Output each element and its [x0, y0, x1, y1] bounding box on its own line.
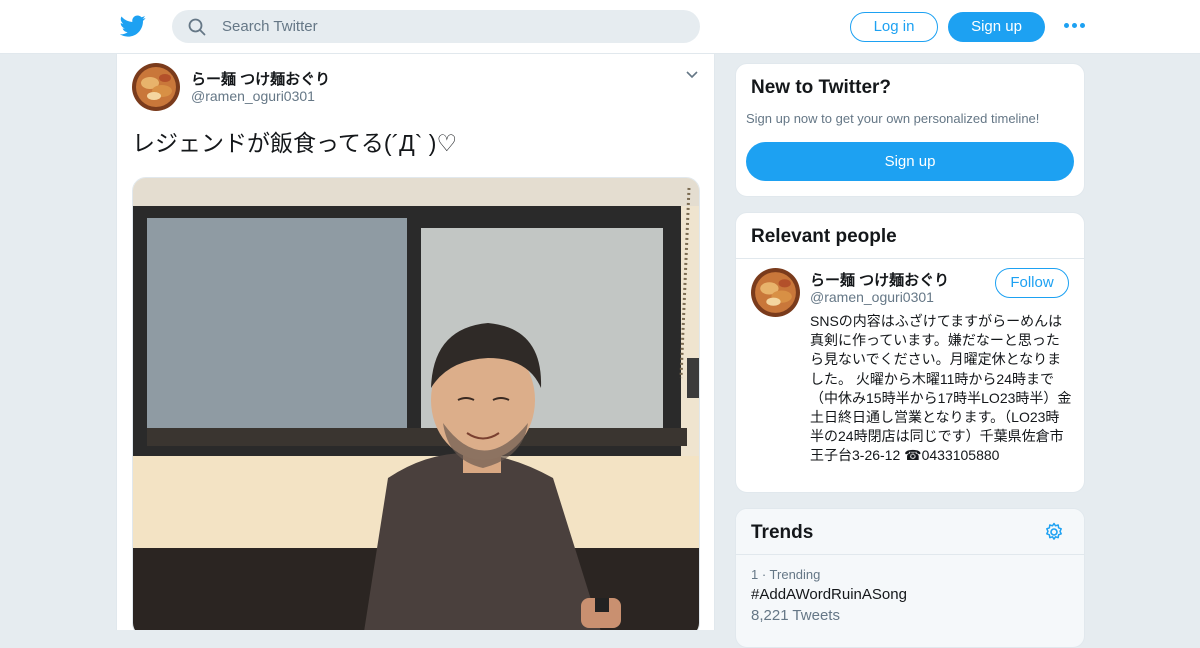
trend-rank: 1 · Trending [751, 567, 821, 582]
trend-hashtag[interactable]: #AddAWordRuinASong [751, 586, 907, 603]
card-title: Trends [751, 522, 814, 543]
card-title: Relevant people [751, 226, 897, 247]
relevant-people-card: Relevant people らー麺 つけ麺おぐり @ramen_oguri0… [735, 212, 1085, 493]
signup-button[interactable]: Sign up [948, 12, 1045, 42]
tweet-author-handle[interactable]: @ramen_oguri0301 [191, 88, 315, 104]
card-title: New to Twitter? [751, 77, 892, 98]
person-bio: SNSの内容はふざけてますがらーめんは真剣に作っています。嫌だなーと思ったら見な… [810, 313, 1072, 464]
follow-button[interactable]: Follow [995, 268, 1069, 298]
chevron-down-icon[interactable] [685, 70, 699, 80]
trends-card: Trends 1 · Trending #AddAWordRuinASong 8… [735, 508, 1085, 648]
card-subtitle: Sign up now to get your own personalized… [746, 111, 1040, 126]
tweet-photo[interactable] [132, 177, 700, 630]
twitter-bird-icon[interactable] [120, 13, 146, 39]
new-to-twitter-card: New to Twitter? Sign up now to get your … [735, 63, 1085, 197]
signup-cta-button[interactable]: Sign up [746, 142, 1074, 181]
tweet-card: らー麺 つけ麺おぐり @ramen_oguri0301 レジェンドが飯食ってる(… [116, 54, 715, 630]
trend-tweet-count: 8,221 Tweets [751, 607, 840, 624]
search-box[interactable] [172, 10, 700, 43]
top-navigation-bar: Log in Sign up [0, 0, 1200, 54]
divider [736, 258, 1084, 259]
person-handle[interactable]: @ramen_oguri0301 [810, 289, 934, 305]
tweet-text: レジェンドが飯食ってる(´Д` )♡ [132, 130, 458, 156]
search-input[interactable] [222, 10, 682, 43]
gear-icon[interactable] [1044, 522, 1064, 542]
avatar[interactable] [132, 63, 180, 111]
login-button[interactable]: Log in [850, 12, 938, 42]
person-name[interactable]: らー麺 つけ麺おぐり [810, 269, 949, 290]
tweet-author-name[interactable]: らー麺 つけ麺おぐり [191, 68, 330, 89]
avatar[interactable] [751, 268, 800, 317]
search-icon [188, 18, 206, 36]
more-options-icon[interactable] [1064, 20, 1086, 32]
trends-header: Trends [736, 509, 1084, 555]
